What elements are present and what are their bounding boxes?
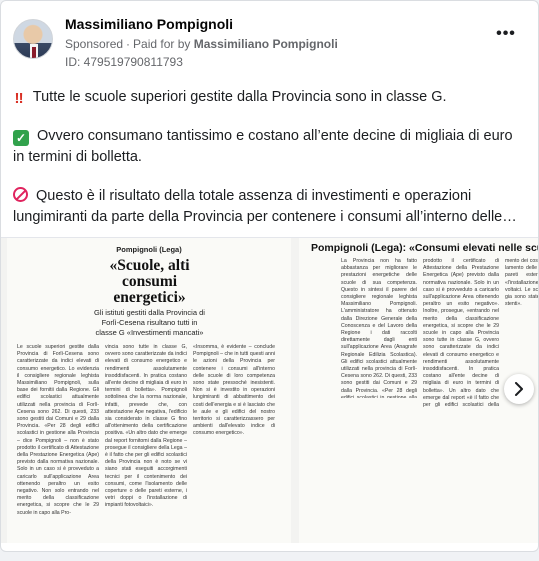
clipping-1-kicker: Pompignoli (Lega) [116,245,182,254]
author-name[interactable]: Massimiliano Pompignoli [65,16,233,32]
check-mark-icon: ✓ [13,130,29,146]
clipping-1-headline: «Scuole, alti consumi energetici» [109,257,190,306]
ad-id: ID: 479519790811793 [65,55,183,69]
clipping-1-column-1: Le scuole superiori gestite dalla Provin… [17,344,99,516]
newspaper-clipping-2[interactable]: Pompignoli (Lega): «Consumi elevati nell… [299,238,539,543]
clipping-1-subhead: Gli istituti gestiti dalla Provincia di … [94,308,205,337]
post-header: Massimiliano Pompignoli Sponsored · Paid f… [13,13,526,69]
paragraph-1-text: Tutte le scuole superiori gestite dalla … [32,89,447,105]
newspaper-clipping-1[interactable]: Pompignoli (Lega) «Scuole, alti consumi … [7,238,291,543]
clipping-2-headline: Pompignoli (Lega): «Consumi elevati nell… [311,242,539,254]
ad-post-card: Massimiliano Pompignoli Sponsored · Paid f… [0,0,539,552]
paragraph-2: ✓ Ovvero consumano tantissimo e costano … [13,126,523,168]
more-options-icon[interactable]: ••• [496,26,516,45]
chevron-right-icon [515,382,523,396]
clipping-2-column-3: mento dei costi e lamento delle co paret… [505,258,539,308]
paragraph-3-text: Questo è il risultato della totale assen… [13,188,517,225]
clipping-2-column-2: prodotto il certificato di Attestazione … [423,258,499,408]
clipping-1-column-2: vincia sono tutte in classe G, ovvero so… [105,344,187,509]
avatar-tie [32,47,36,58]
avatar[interactable] [13,19,53,59]
clipping-2-column-1: La Provincia non ha fatto abbastanza per… [341,258,417,398]
paid-for-label: Paid for by [133,37,191,51]
prohibited-icon [13,187,28,202]
paragraph-3: Questo è il risultato della totale assen… [13,186,523,228]
media-carousel[interactable]: Pompignoli (Lega) «Scuole, alti consumi … [1,237,539,543]
separator-dot: · [126,37,131,51]
double-exclamation-icon: ‼ [14,90,24,107]
payer-name[interactable]: Massimiliano Pompignoli [194,37,338,51]
sponsored-line: Sponsored · Paid for by Massimiliano Pompi… [65,37,338,51]
paragraph-2-text: Ovvero consumano tantissimo e costano al… [13,128,513,165]
sponsored-label: Sponsored [65,37,124,51]
post-text: ‼ Tutte le scuole superiori gestite dall… [13,87,523,246]
carousel-next-button[interactable] [504,374,534,404]
clipping-1-column-3: «Insomma, è evidente – conclude Pompigno… [193,344,275,437]
paragraph-1: ‼ Tutte le scuole superiori gestite dall… [13,87,523,108]
